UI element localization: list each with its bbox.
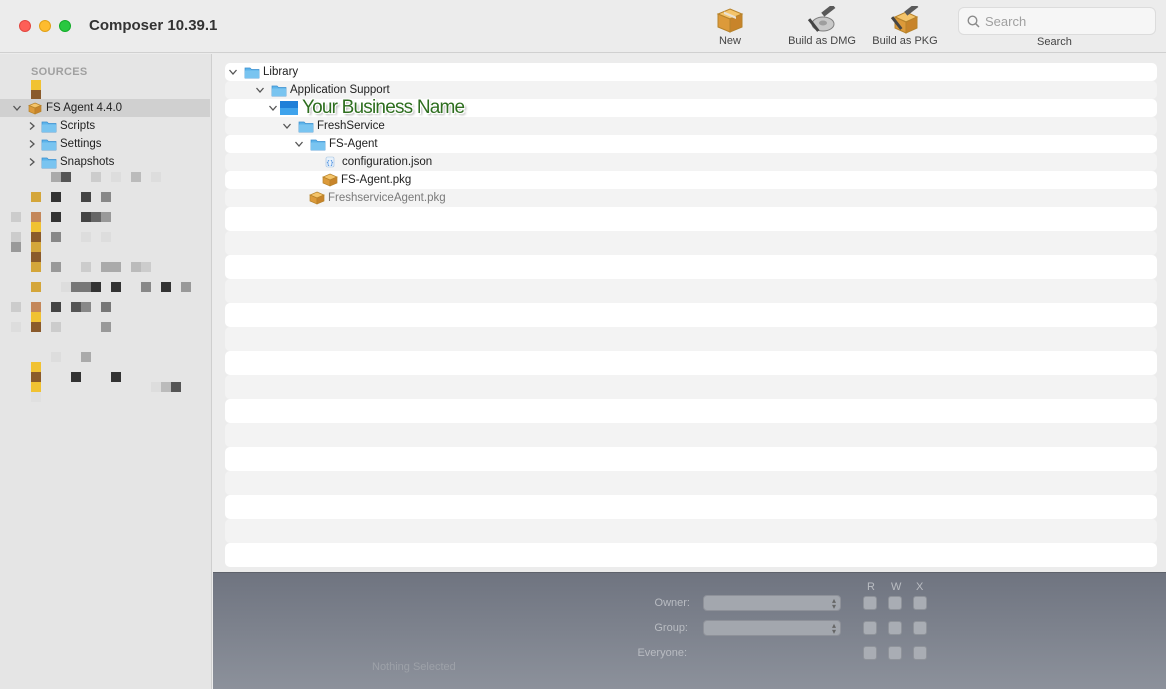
chevron-down-icon[interactable]	[282, 121, 292, 131]
sidebar-item-label: FS Agent 4.4.0	[46, 102, 123, 114]
owner-execute-checkbox[interactable]	[913, 596, 927, 610]
chevron-updown-icon: ▴ ▾	[831, 621, 836, 636]
tree-item-configuration-json[interactable]: {} configuration.json	[324, 153, 432, 171]
sidebar-item-label: Scripts	[60, 120, 96, 132]
owner-read-checkbox[interactable]	[863, 596, 877, 610]
search-icon	[967, 15, 980, 28]
chevron-down-icon[interactable]	[12, 103, 22, 113]
owner-write-checkbox[interactable]	[888, 596, 902, 610]
group-label: Group:	[654, 622, 688, 634]
hammer-disk-icon	[807, 6, 836, 32]
chevron-updown-icon: ▴ ▾	[831, 596, 836, 611]
tree-item-label: FreshService	[317, 120, 385, 132]
chevron-down-icon[interactable]	[294, 139, 304, 149]
json-file-icon: {}	[325, 156, 335, 168]
group-read-checkbox[interactable]	[863, 621, 877, 635]
chevron-down-icon[interactable]	[268, 103, 278, 113]
search-input[interactable]	[985, 12, 1145, 30]
folder-icon	[41, 139, 57, 150]
chevron-right-icon[interactable]	[27, 139, 37, 149]
chevron-right-icon[interactable]	[27, 121, 37, 131]
execute-column-header: X	[916, 581, 924, 593]
group-select[interactable]: ▴ ▾	[703, 620, 841, 636]
folder-icon	[41, 121, 57, 132]
app-title: Composer 10.39.1	[89, 17, 218, 34]
everyone-read-checkbox[interactable]	[863, 646, 877, 660]
window-toolbar: Composer 10.39.1 New Build as DMG Build …	[0, 0, 1166, 53]
group-execute-checkbox[interactable]	[913, 621, 927, 635]
chevron-right-icon[interactable]	[27, 157, 37, 167]
read-column-header: R	[867, 581, 875, 593]
minimize-window-button[interactable]	[39, 20, 51, 32]
sidebar-item-fs-agent[interactable]: FS Agent 4.4.0	[0, 99, 210, 117]
file-tree: Library Application Support Your Busines…	[213, 54, 1166, 572]
chevron-down-icon[interactable]	[228, 67, 238, 77]
sidebar-item-label: Settings	[60, 138, 102, 150]
folder-icon	[244, 67, 260, 78]
sidebar-item-label: Snapshots	[60, 156, 115, 168]
tree-item-freshservice-agent-pkg[interactable]: FreshserviceAgent.pkg	[309, 189, 446, 207]
tree-item-library[interactable]: Library	[228, 63, 298, 81]
folder-icon	[310, 139, 326, 150]
new-button[interactable]: New	[710, 6, 750, 47]
tree-item-label: configuration.json	[342, 156, 433, 168]
chevron-down-icon[interactable]	[255, 85, 265, 95]
tree-item-label: Library	[263, 66, 299, 78]
build-as-dmg-button[interactable]: Build as DMG	[782, 6, 862, 47]
sources-header: SOURCES	[31, 66, 88, 78]
build-as-dmg-label: Build as DMG	[788, 35, 856, 47]
folder-icon	[280, 101, 298, 115]
tree-item-label: FS-Agent.pkg	[341, 174, 412, 186]
group-write-checkbox[interactable]	[888, 621, 902, 635]
new-button-label: New	[718, 35, 741, 47]
folder-icon	[41, 157, 57, 168]
sidebar-item-scripts[interactable]: Scripts	[0, 117, 210, 135]
search-label: Search	[1037, 36, 1072, 48]
everyone-write-checkbox[interactable]	[888, 646, 902, 660]
tree-item-label: FS-Agent	[329, 138, 378, 150]
package-icon	[309, 191, 325, 205]
hammer-package-icon	[890, 6, 919, 34]
sidebar-item-settings[interactable]: Settings	[0, 135, 210, 153]
everyone-label: Everyone:	[637, 647, 687, 659]
zoom-window-button[interactable]	[59, 20, 71, 32]
tree-item-fs-agent-pkg[interactable]: FS-Agent.pkg	[322, 171, 411, 189]
package-icon	[716, 8, 744, 33]
everyone-execute-checkbox[interactable]	[913, 646, 927, 660]
owner-select[interactable]: ▴ ▾	[703, 595, 841, 611]
sidebar-item-snapshots[interactable]: Snapshots	[0, 153, 210, 171]
svg-text:{}: {}	[326, 160, 334, 167]
search-field[interactable]	[958, 7, 1156, 35]
tree-item-label: Application Support	[290, 84, 390, 96]
folder-icon	[298, 121, 314, 132]
write-column-header: W	[891, 581, 902, 593]
tree-item-label: FreshserviceAgent.pkg	[328, 192, 446, 204]
sources-sidebar: SOURCES FS Agent 4.4.0 Scripts Settings …	[0, 54, 212, 689]
selection-status: Nothing Selected	[372, 661, 456, 673]
permissions-panel: R W X Owner: ▴ ▾ Group: ▴ ▾ Everyone: Noth…	[213, 572, 1166, 689]
tree-item-freshservice[interactable]: FreshService	[282, 117, 385, 135]
owner-label: Owner:	[654, 597, 690, 609]
business-name-label: Your Business Name	[302, 97, 465, 118]
build-as-pkg-label: Build as PKG	[872, 35, 938, 47]
package-icon	[322, 173, 338, 187]
build-as-pkg-button[interactable]: Build as PKG	[868, 6, 942, 47]
folder-icon	[271, 85, 287, 96]
close-window-button[interactable]	[19, 20, 31, 32]
package-icon	[28, 102, 42, 115]
tree-item-fs-agent-folder[interactable]: FS-Agent	[294, 135, 378, 153]
